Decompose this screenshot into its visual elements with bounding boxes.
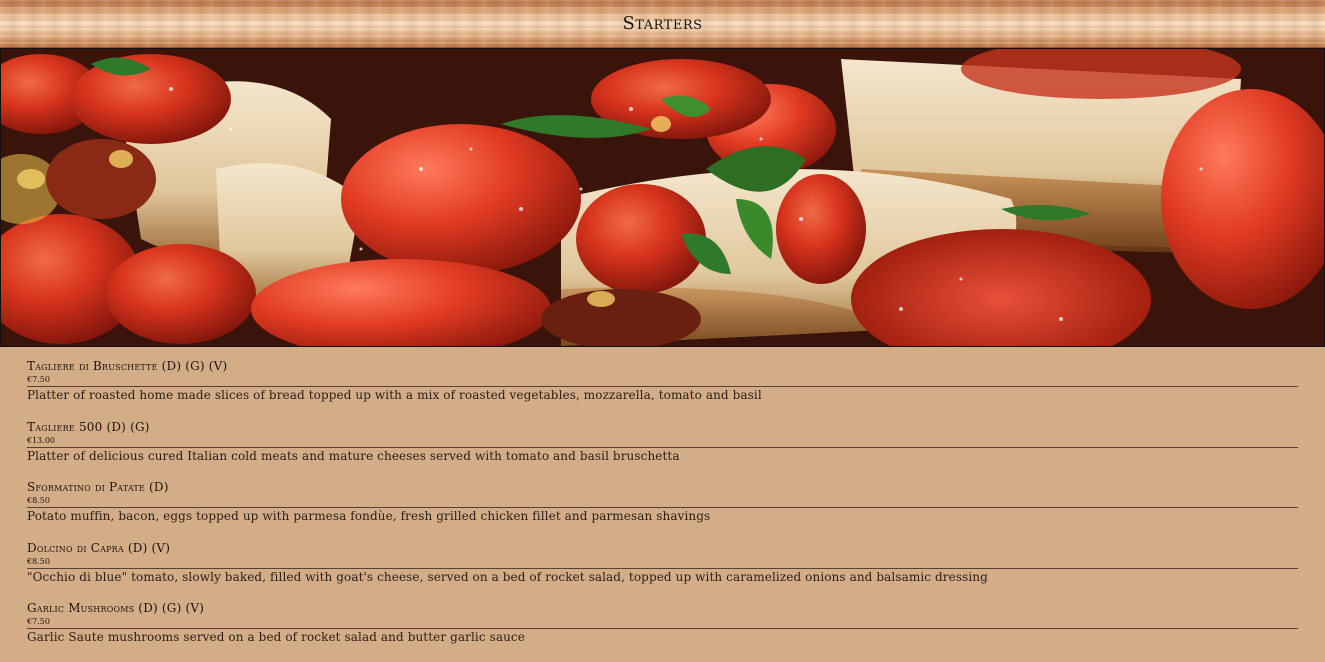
- menu-item-name: Sformatino di Patate (D): [27, 480, 169, 495]
- menu-item-description: Potato muffin, bacon, eggs topped up wit…: [27, 509, 711, 524]
- menu-item-name: Garlic Mushrooms (D) (G) (V): [27, 601, 205, 616]
- menu-item-price: €13.00: [27, 435, 1298, 448]
- menu-item-price: €7.50: [27, 616, 1298, 630]
- menu-item-price: €7.50: [27, 374, 1298, 387]
- menu-item-description: Platter of delicious cured Italian cold …: [27, 448, 680, 463]
- menu-item-name: Dolcino di Capra (D) (V): [27, 540, 171, 555]
- page-header: Starters: [0, 0, 1325, 48]
- menu-item: Tagliere 500 (D) (G) €13.00 Platter of d…: [27, 420, 1298, 481]
- menu-item-price: €8.50: [27, 495, 1298, 509]
- menu-item-description: Platter of roasted home made slices of b…: [27, 388, 762, 402]
- menu-item: Sformatino di Patate (D) €8.50 Potato mu…: [27, 480, 1298, 541]
- menu-item-price: €8.50: [27, 556, 1298, 569]
- menu-item-description: Garlic Saute mushrooms served on a bed o…: [27, 630, 525, 645]
- menu-item: Garlic Mushrooms (D) (G) (V) €7.50 Garli…: [27, 601, 1298, 662]
- menu-item-description: "Occhio di blue" tomato, slowly baked, f…: [27, 569, 988, 584]
- menu-list: Tagliere di Bruschette (D) (G) (V) €7.50…: [27, 359, 1298, 662]
- menu-item-name: Tagliere di Bruschette (D) (G) (V): [27, 359, 228, 373]
- menu-item-name: Tagliere 500 (D) (G): [27, 419, 150, 434]
- menu-item: Dolcino di Capra (D) (V) €8.50 "Occhio d…: [27, 541, 1298, 602]
- menu-item: Tagliere di Bruschette (D) (G) (V) €7.50…: [27, 359, 1298, 420]
- page-title: Starters: [622, 13, 703, 34]
- bruschetta-photo: [0, 48, 1325, 347]
